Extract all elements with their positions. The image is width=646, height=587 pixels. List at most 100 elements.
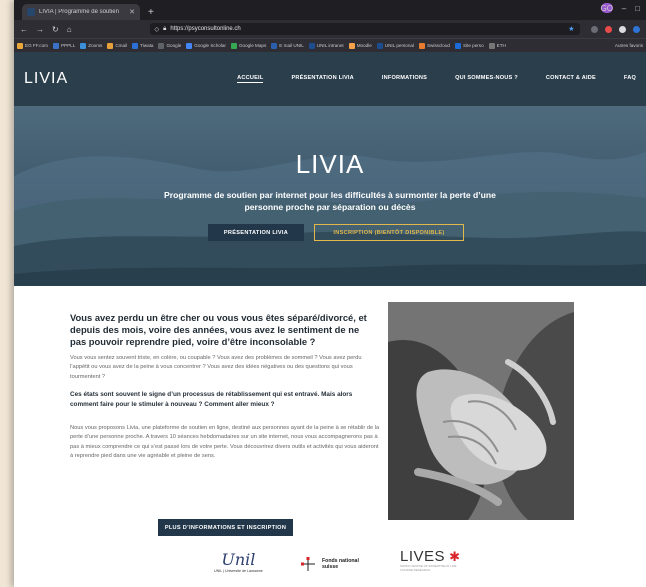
bookmark-item[interactable]: Zooms [80, 42, 103, 49]
bookmark-favicon-icon [158, 42, 165, 49]
bookmark-item[interactable]: Tiwata [132, 42, 154, 49]
bookmark-label: PPPLL [60, 43, 76, 48]
browser-window: LIVIA | Programme de soutien ✕ + GO – □ … [14, 0, 646, 587]
extension-red-icon[interactable] [605, 25, 612, 33]
browser-tab[interactable]: LIVIA | Programme de soutien ✕ [22, 4, 140, 20]
bookmark-item[interactable]: Google Maps [230, 42, 267, 49]
bookmark-star-icon[interactable]: ★ [568, 25, 574, 33]
bookmark-favicon-icon [308, 42, 315, 49]
fns-logo[interactable]: Fonds national suisse [300, 556, 359, 572]
main-content: Vous avez perdu un être cher ou vous vou… [14, 286, 646, 587]
bookmark-label: UNIL intranet [316, 43, 344, 48]
url-bar[interactable]: ◇ 🔒︎ https://psyconsultonline.ch ★ [149, 23, 580, 35]
hero-title: LIVIA [295, 149, 365, 179]
bookmark-item[interactable]: Moodle [348, 42, 372, 49]
intro-paragraph-1: Vous vous sentez souvent triste, en colè… [70, 355, 362, 380]
bookmark-favicon-icon [271, 42, 278, 49]
bookmark-favicon-icon [348, 42, 355, 49]
bookmark-item[interactable]: Google Scholar [186, 42, 226, 49]
bookmark-item[interactable]: Site perso [454, 42, 484, 49]
site-menu: ACCUEIL PRÉSENTATION LIVIA INFORMATIONS … [237, 75, 636, 83]
bookmark-label: Moodle [356, 43, 372, 48]
unil-logo-caption: UNIL | Université de Lausanne [214, 569, 263, 573]
inscription-button[interactable]: INSCRIPTION (BIENTÔT DISPONIBLE) [314, 224, 464, 241]
hero-banner: LIVIA Programme de soutien par internet … [14, 106, 646, 286]
bookmark-favicon-icon [488, 42, 495, 49]
bookmark-label: Swisscloud [426, 43, 450, 48]
url-text: https://psyconsultonline.ch [170, 26, 241, 32]
nav-contact[interactable]: CONTACT & AIDE [546, 75, 596, 83]
bookmark-favicon-icon [52, 42, 59, 49]
other-bookmarks-label: Autres favoris [614, 43, 643, 48]
fns-symbol-icon [301, 557, 315, 571]
forward-icon[interactable]: → [36, 25, 44, 34]
maximize-icon[interactable]: □ [635, 4, 640, 13]
bookmark-label: ETH [496, 43, 506, 48]
bookmark-favicon-icon [186, 42, 193, 49]
profile-avatar[interactable]: GO [600, 3, 613, 13]
close-tab-icon[interactable]: ✕ [129, 8, 135, 16]
bookmark-label: Google [166, 43, 182, 48]
bookmark-item[interactable]: Swisscloud [418, 42, 450, 49]
bookmark-label: Zooms [88, 43, 103, 48]
more-info-button[interactable]: PLUS D’INFORMATIONS ET INSCRIPTION [158, 519, 293, 536]
bookmark-label: Google Maps [238, 43, 267, 48]
lives-logo-word: LIVES ✱ [400, 548, 461, 565]
bookmark-favicon-icon [17, 42, 23, 49]
bookmark-label: Tiwata [140, 43, 154, 48]
bookmark-item[interactable]: UNIL personal [376, 42, 414, 49]
intro-paragraph-3: Nous vous proposons Livia, une plateform… [70, 425, 380, 460]
nav-qui-sommes-nous[interactable]: QUI SOMMES-NOUS ? [455, 75, 518, 83]
minimize-icon[interactable]: – [622, 4, 626, 13]
bookmark-item[interactable]: ETH [488, 42, 506, 49]
lives-logo-caption: SWISS CENTRE OF EXPERTISE IN LIFE COURSE… [400, 564, 457, 572]
nav-informations[interactable]: INFORMATIONS [382, 75, 427, 83]
new-tab-icon[interactable]: + [148, 7, 154, 18]
nav-presentation[interactable]: PRÉSENTATION LIVIA [291, 75, 353, 83]
bookmarks-bar: EG FF.com PPPLL Zooms Cmail Tiwata Google Goog… [14, 38, 646, 52]
bookmark-favicon-icon [454, 42, 461, 49]
bookmark-favicon-icon [80, 42, 87, 49]
reload-icon[interactable]: ↻ [52, 25, 59, 34]
site-favicon-icon [27, 8, 35, 16]
extension-white-icon[interactable] [619, 25, 626, 33]
nav-faq[interactable]: FAQ [624, 75, 636, 83]
address-toolbar: ← → ↻ ⌂ ◇ 🔒︎ https://psyconsultonline.ch… [14, 20, 646, 38]
lives-logo[interactable]: LIVES ✱ SWISS CENTRE OF EXPERTISE IN LIF… [400, 548, 461, 572]
other-bookmarks[interactable]: Autres favoris [615, 43, 643, 48]
intro-paragraph-2: Ces états sont souvent le signe d’un pro… [70, 391, 353, 408]
bookmark-label: Cmail [115, 43, 128, 48]
shield-icon: ◇ [154, 26, 160, 33]
bookmark-item[interactable]: Google [158, 42, 182, 49]
lock-icon: 🔒︎ [163, 25, 167, 32]
extension-icon[interactable] [591, 25, 598, 33]
bookmark-item[interactable]: Cmail [107, 42, 128, 49]
site-navbar: LIVIA ACCUEIL PRÉSENTATION LIVIA INFORMA… [14, 52, 646, 106]
bookmark-label: Site perso [462, 43, 484, 48]
partner-logos: Unil UNIL | Université de Lausanne Fonds… [14, 546, 646, 586]
bookmark-label: Google Scholar [194, 43, 226, 48]
site-logo[interactable]: LIVIA [24, 70, 68, 88]
bookmark-item[interactable]: EG FF.com [17, 42, 48, 49]
bookmark-item[interactable]: E mail UNIL [271, 42, 304, 49]
unil-logo[interactable]: Unil UNIL | Université de Lausanne [214, 550, 263, 573]
intro-heading: Vous avez perdu un être cher ou vous vou… [70, 312, 367, 348]
unil-logo-word: Unil [221, 550, 256, 569]
hero-subtitle: Programme de soutien par internet pour l… [164, 190, 496, 212]
bookmark-favicon-icon [230, 42, 237, 49]
extension-blue-icon[interactable] [633, 25, 640, 33]
bookmark-favicon-icon [132, 42, 139, 49]
back-icon[interactable]: ← [20, 25, 28, 34]
presentation-button[interactable]: PRÉSENTATION LIVIA [208, 224, 304, 241]
bookmark-favicon-icon [418, 42, 425, 49]
bookmark-label: EG FF.com [25, 43, 48, 48]
home-icon[interactable]: ⌂ [67, 25, 72, 34]
bookmark-item[interactable]: UNIL intranet [308, 42, 344, 49]
lives-figure-icon: ✱ [445, 549, 461, 564]
bookmark-label: E mail UNIL [279, 43, 304, 48]
nav-accueil[interactable]: ACCUEIL [237, 75, 264, 83]
window-controls: GO – □ [600, 3, 640, 13]
bookmark-favicon-icon [107, 42, 114, 49]
bookmark-favicon-icon [376, 42, 383, 49]
bookmark-item[interactable]: PPPLL [52, 42, 76, 49]
